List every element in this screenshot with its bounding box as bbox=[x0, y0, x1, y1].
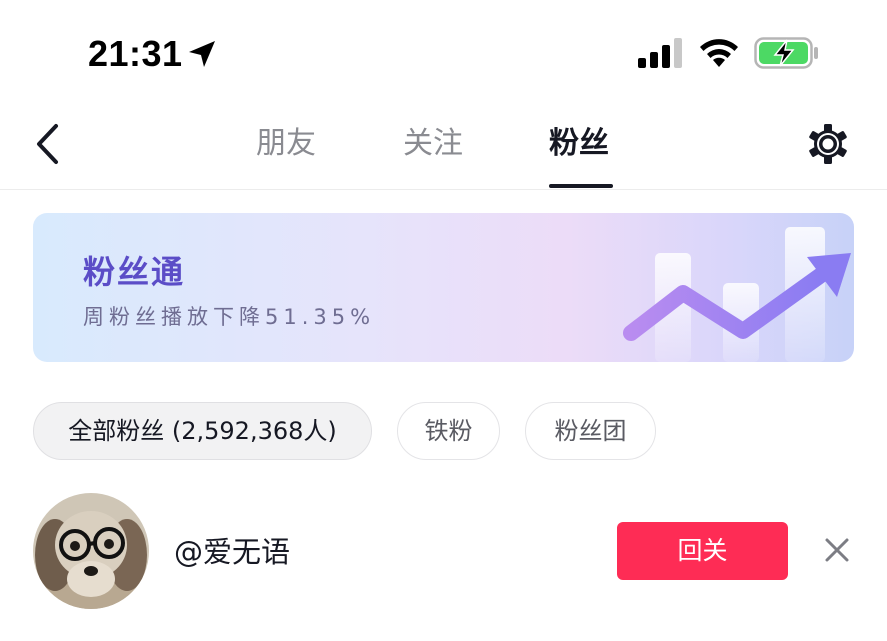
fans-promotion-banner[interactable]: 粉丝通 周粉丝播放下降51.35% bbox=[33, 213, 854, 362]
trend-chart-illustration bbox=[623, 227, 851, 362]
filter-all-fans[interactable]: 全部粉丝 (2,592,368人) bbox=[33, 402, 372, 460]
banner-title: 粉丝通 bbox=[83, 253, 186, 291]
filter-fan-club[interactable]: 粉丝团 bbox=[525, 402, 656, 460]
status-time: 21:31 bbox=[88, 33, 183, 74]
top-nav: 朋友 关注 粉丝 bbox=[0, 100, 887, 190]
gear-icon[interactable] bbox=[806, 122, 850, 166]
dog-with-glasses-avatar bbox=[33, 493, 149, 609]
follow-back-button[interactable]: 回关 bbox=[617, 522, 788, 580]
cellular-signal-icon bbox=[638, 38, 682, 68]
filter-iron-fans[interactable]: 铁粉 bbox=[397, 402, 500, 460]
close-icon[interactable] bbox=[824, 537, 850, 563]
battery-charging-icon bbox=[754, 37, 818, 69]
avatar[interactable] bbox=[33, 493, 149, 609]
banner-subtitle: 周粉丝播放下降51.35% bbox=[83, 305, 376, 329]
tab-friends[interactable]: 朋友 bbox=[256, 124, 316, 164]
follower-username[interactable]: @爱无语 bbox=[174, 532, 290, 572]
tab-following[interactable]: 关注 bbox=[403, 124, 463, 164]
active-tab-indicator bbox=[549, 184, 613, 188]
location-arrow-icon bbox=[189, 41, 215, 67]
status-bar: 21:31 bbox=[0, 0, 887, 100]
chevron-left-icon[interactable] bbox=[30, 122, 66, 166]
wifi-icon bbox=[700, 39, 738, 67]
tab-fans[interactable]: 粉丝 bbox=[549, 124, 609, 164]
